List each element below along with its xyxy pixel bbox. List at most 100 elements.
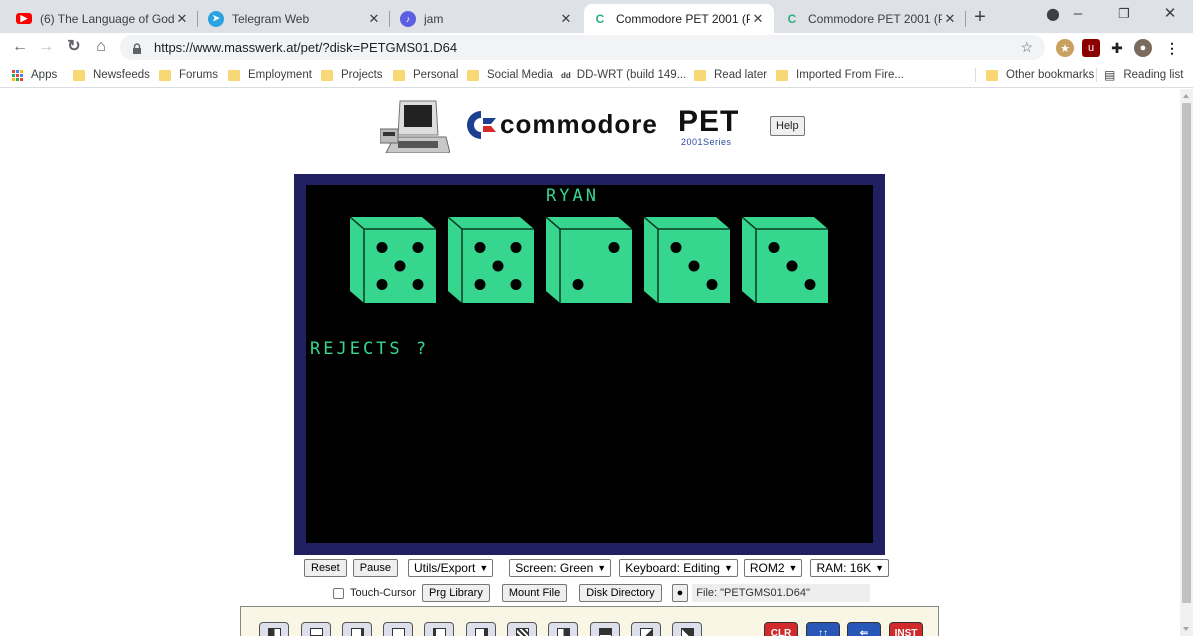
utils-export-select[interactable]: Utils/Export ▼ [407,559,494,577]
disk-eject-button[interactable]: ● [671,584,689,602]
youtube-icon: ▶ [16,13,32,24]
die-pip [608,242,620,253]
bookmark-other[interactable]: Other bookmarks [986,67,1094,83]
address-bar[interactable]: https://www.masswerk.at/pet/?disk=PETGMS… [120,35,1045,60]
die-pip [510,279,522,290]
die-pip [394,260,406,272]
pet-screen[interactable]: RYAN REJECTS ? [306,185,873,543]
graphic-key[interactable] [342,622,372,636]
graphic-key[interactable] [548,622,578,636]
browser-toolbar: ← → ↻ ⌂ https://www.masswerk.at/pet/?dis… [0,33,1193,62]
tab-telegram[interactable]: ➤ Telegram Web ✕ [200,4,390,33]
graphic-key[interactable] [672,622,702,636]
avatar[interactable]: ● [1134,39,1152,57]
scroll-up-icon[interactable] [1183,94,1189,98]
reload-button[interactable]: ↻ [62,36,86,60]
bookmark-forums[interactable]: Forums [159,67,218,83]
folder-icon [321,69,333,81]
bookmark-read-later[interactable]: Read later [694,67,767,83]
bookmark-label: Social Media [487,69,553,81]
graphic-key[interactable] [590,622,620,636]
bookmark-apps[interactable]: Apps [12,67,57,83]
commodore-chicken-head-icon [467,111,496,139]
menu-icon[interactable]: ⋮ [1163,39,1181,57]
bookmark-projects[interactable]: Projects [321,67,383,83]
jam-icon: ♪ [400,10,416,27]
die-three [742,217,828,303]
graphic-key[interactable] [301,622,331,636]
puzzle-icon[interactable]: ✚ [1108,39,1126,57]
bookmark-social-media[interactable]: Social Media [467,67,553,83]
new-tab-button[interactable]: + [968,6,992,30]
graphic-key[interactable] [424,622,454,636]
cursor-up-key[interactable]: ↑↑ [806,622,840,636]
disk-directory-button[interactable]: Disk Directory [579,584,662,602]
restore-button[interactable]: ❐ [1101,0,1147,30]
graphic-key[interactable] [507,622,537,636]
scroll-down-icon[interactable] [1183,627,1189,631]
graphic-key[interactable] [383,622,413,636]
folder-icon [159,69,171,81]
mounted-file-info: File: "PETGMS01.D64" [692,584,870,602]
graphic-key[interactable] [466,622,496,636]
rom-select[interactable]: ROM2 ▼ [743,559,803,577]
die-pip [670,242,682,253]
screen-color-select[interactable]: Screen: Green ▼ [509,559,612,577]
touch-cursor-checkbox[interactable] [333,587,344,599]
tab-title: (6) The Language of God: A S [40,11,174,26]
prg-library-button[interactable]: Prg Library [422,584,490,602]
close-icon[interactable]: ✕ [174,11,190,27]
bookmark-newsfeeds[interactable]: Newsfeeds [73,67,150,83]
bookmark-dd-wrt[interactable]: dd DD-WRT (build 149... [561,67,686,83]
close-icon[interactable]: ✕ [750,11,766,27]
bookmark-label: Other bookmarks [1006,69,1095,81]
help-button[interactable]: Help [770,116,805,136]
select-value: RAM: 16K [816,561,872,575]
bookmark-label: Forums [179,69,218,81]
select-value: ROM2 [749,561,785,575]
die-three [644,217,730,303]
back-button[interactable]: ← [8,36,32,60]
home-button[interactable]: ⌂ [89,36,113,60]
page-scrollbar[interactable] [1180,89,1193,636]
ram-select[interactable]: RAM: 16K ▼ [810,559,890,577]
bookmark-imported[interactable]: Imported From Fire... [776,67,904,83]
close-icon[interactable]: ✕ [366,11,382,27]
tab-commodore-active[interactable]: C Commodore PET 2001 (PETG ✕ [584,4,774,33]
reading-list[interactable]: ▤ Reading list [1104,67,1183,83]
mount-file-button[interactable]: Mount File [501,584,568,602]
bookmark-label: DD-WRT (build 149... [576,69,687,81]
tab-jam[interactable]: ♪ jam ✕ [392,4,582,33]
close-window-button[interactable]: ✕ [1147,0,1193,30]
page-viewport: commodore PET 2001Series Help RYAN REJEC… [0,89,1180,636]
die-pip [688,260,700,272]
bookmark-personal[interactable]: Personal [393,67,458,83]
tab-commodore[interactable]: C Commodore PET 2001 (PETG ✕ [776,4,966,33]
reset-button[interactable]: Reset [304,559,347,577]
clr-key[interactable]: CLR [764,622,798,636]
keyboard-mode-select[interactable]: Keyboard: Editing ▼ [619,559,738,577]
bookmark-employment[interactable]: Employment [228,67,312,83]
tab-youtube[interactable]: ▶ (6) The Language of God: A S ✕ [8,4,198,33]
extension-icon[interactable]: ★ [1056,39,1074,57]
forward-button[interactable]: → [34,36,58,60]
ublock-icon[interactable]: u [1082,39,1100,57]
star-icon[interactable]: ☆ [1020,39,1033,56]
close-icon[interactable]: ✕ [942,11,958,27]
die-pip [474,242,486,253]
bookmark-label: Personal [413,69,459,81]
graphic-key[interactable] [259,622,289,636]
close-icon[interactable]: ✕ [558,11,574,27]
bookmark-label: Employment [248,69,312,81]
die-two [546,217,632,303]
series-label: 2001Series [681,137,732,147]
inst-key[interactable]: INST [889,622,923,636]
scrollbar-thumb[interactable] [1182,103,1191,603]
graphic-key[interactable] [631,622,661,636]
pause-button[interactable]: Pause [352,559,398,577]
minimize-button[interactable]: – [1055,0,1101,30]
tab-title: Commodore PET 2001 (PETG [616,11,750,26]
select-value: Utils/Export [413,561,476,575]
die-pip [804,279,816,290]
cursor-left-key[interactable]: ⇐ [847,622,881,636]
